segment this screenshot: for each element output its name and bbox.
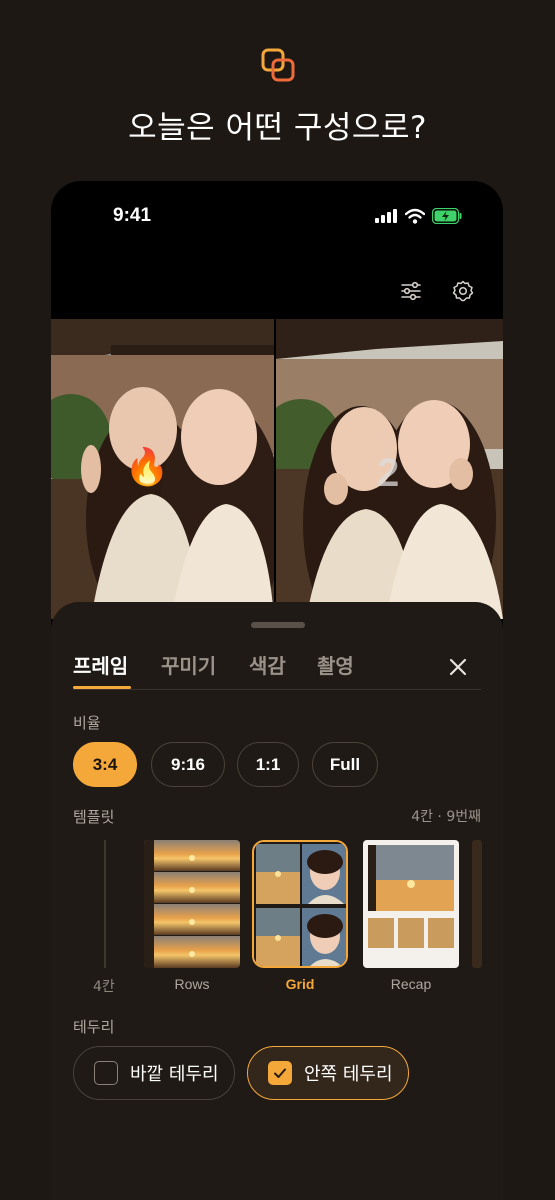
ratio-option-3-4[interactable]: 3:4 [73, 742, 137, 787]
outer-border-checkbox[interactable] [94, 1061, 118, 1085]
tab-bar: 프레임 꾸미기 색감 촬영 [73, 650, 481, 690]
signal-icon [375, 209, 397, 223]
status-time: 9:41 [113, 205, 152, 226]
template-label: 템플릿 [73, 808, 115, 826]
adjust-sliders-icon[interactable] [399, 279, 423, 303]
frame-number: 2 [377, 451, 400, 495]
fire-sticker[interactable]: 🔥 [125, 446, 170, 488]
sheet-handle[interactable] [251, 622, 305, 628]
battery-charging-icon [432, 208, 462, 224]
ratio-option-9-16[interactable]: 9:16 [151, 742, 225, 787]
frame-count-label: 4칸 [93, 979, 115, 995]
template-rows-thumbnail [144, 840, 240, 968]
template-next-peek[interactable] [472, 840, 482, 968]
template-rows-name: Rows [174, 976, 210, 992]
template-recap-name: Recap [390, 976, 432, 992]
frame-count-slider[interactable] [104, 840, 106, 968]
check-icon [274, 1068, 286, 1078]
inner-border-label: 안쪽 테두리 [304, 1064, 393, 1085]
page-title: 오늘은 어떤 구성으로? [128, 110, 427, 146]
template-count: 4칸 · 9번째 [411, 809, 481, 825]
settings-sheet: 프레임 꾸미기 색감 촬영 비율 3:4 9:16 1:1 Full 템플릿 4… [51, 602, 503, 1200]
template-grid-name: Grid [285, 976, 315, 992]
camera-preview: 🔥 [51, 319, 503, 619]
outer-border-label: 바깥 테두리 [130, 1064, 219, 1085]
ratio-label: 비율 [73, 714, 101, 732]
inner-border-checkbox[interactable] [268, 1061, 292, 1085]
tab-decorate[interactable]: 꾸미기 [161, 650, 216, 679]
template-grid-thumbnail [252, 840, 348, 968]
app-logo-icon [261, 48, 295, 82]
ratio-option-1-1[interactable]: 1:1 [237, 742, 299, 787]
tab-active-indicator [73, 686, 131, 689]
inner-border-option[interactable]: 안쪽 테두리 [247, 1046, 409, 1100]
tab-frame[interactable]: 프레임 [73, 650, 128, 679]
tab-color[interactable]: 색감 [249, 650, 286, 679]
outer-border-option[interactable]: 바깥 테두리 [73, 1046, 235, 1100]
gear-icon[interactable] [451, 279, 475, 303]
tab-capture[interactable]: 촬영 [317, 650, 354, 679]
wifi-icon [405, 208, 425, 224]
border-label: 테두리 [73, 1018, 115, 1036]
phone-mockup: 9:41 🔥 2 프레임 꾸미기 색감 촬영 비율 3:4 9:16 1:1 F… [51, 181, 503, 1200]
status-bar: 9:41 [51, 181, 503, 253]
template-recap-thumbnail [363, 840, 459, 968]
preview-photo-1: 🔥 [51, 319, 274, 619]
ratio-option-full[interactable]: Full [312, 742, 378, 787]
close-icon[interactable] [447, 656, 469, 678]
